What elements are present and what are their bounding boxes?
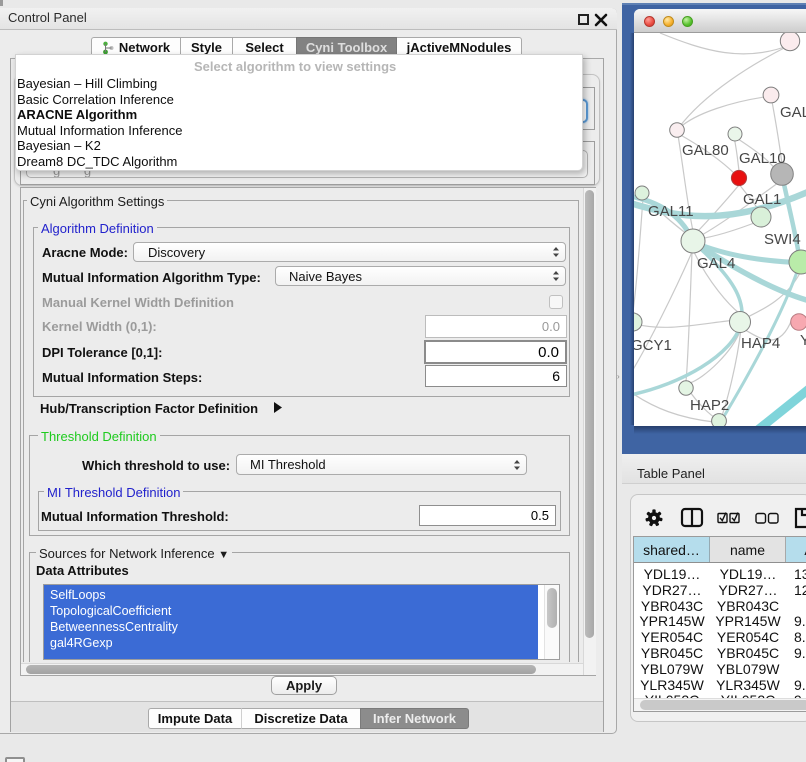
svg-text:GAL11: GAL11 xyxy=(648,203,694,220)
svg-text:GAL80: GAL80 xyxy=(682,142,729,159)
svg-text:GAL: GAL xyxy=(780,104,806,121)
svg-text:SWI4: SWI4 xyxy=(764,231,801,248)
svg-text:GCY1: GCY1 xyxy=(634,337,672,354)
svg-text:Y: Y xyxy=(800,332,806,349)
svg-text:GAL4: GAL4 xyxy=(697,255,735,272)
svg-text:GAL10: GAL10 xyxy=(739,150,786,167)
svg-text:HAP2: HAP2 xyxy=(690,397,729,414)
svg-text:HAP4: HAP4 xyxy=(741,335,780,352)
svg-text:GAL1: GAL1 xyxy=(743,191,781,208)
